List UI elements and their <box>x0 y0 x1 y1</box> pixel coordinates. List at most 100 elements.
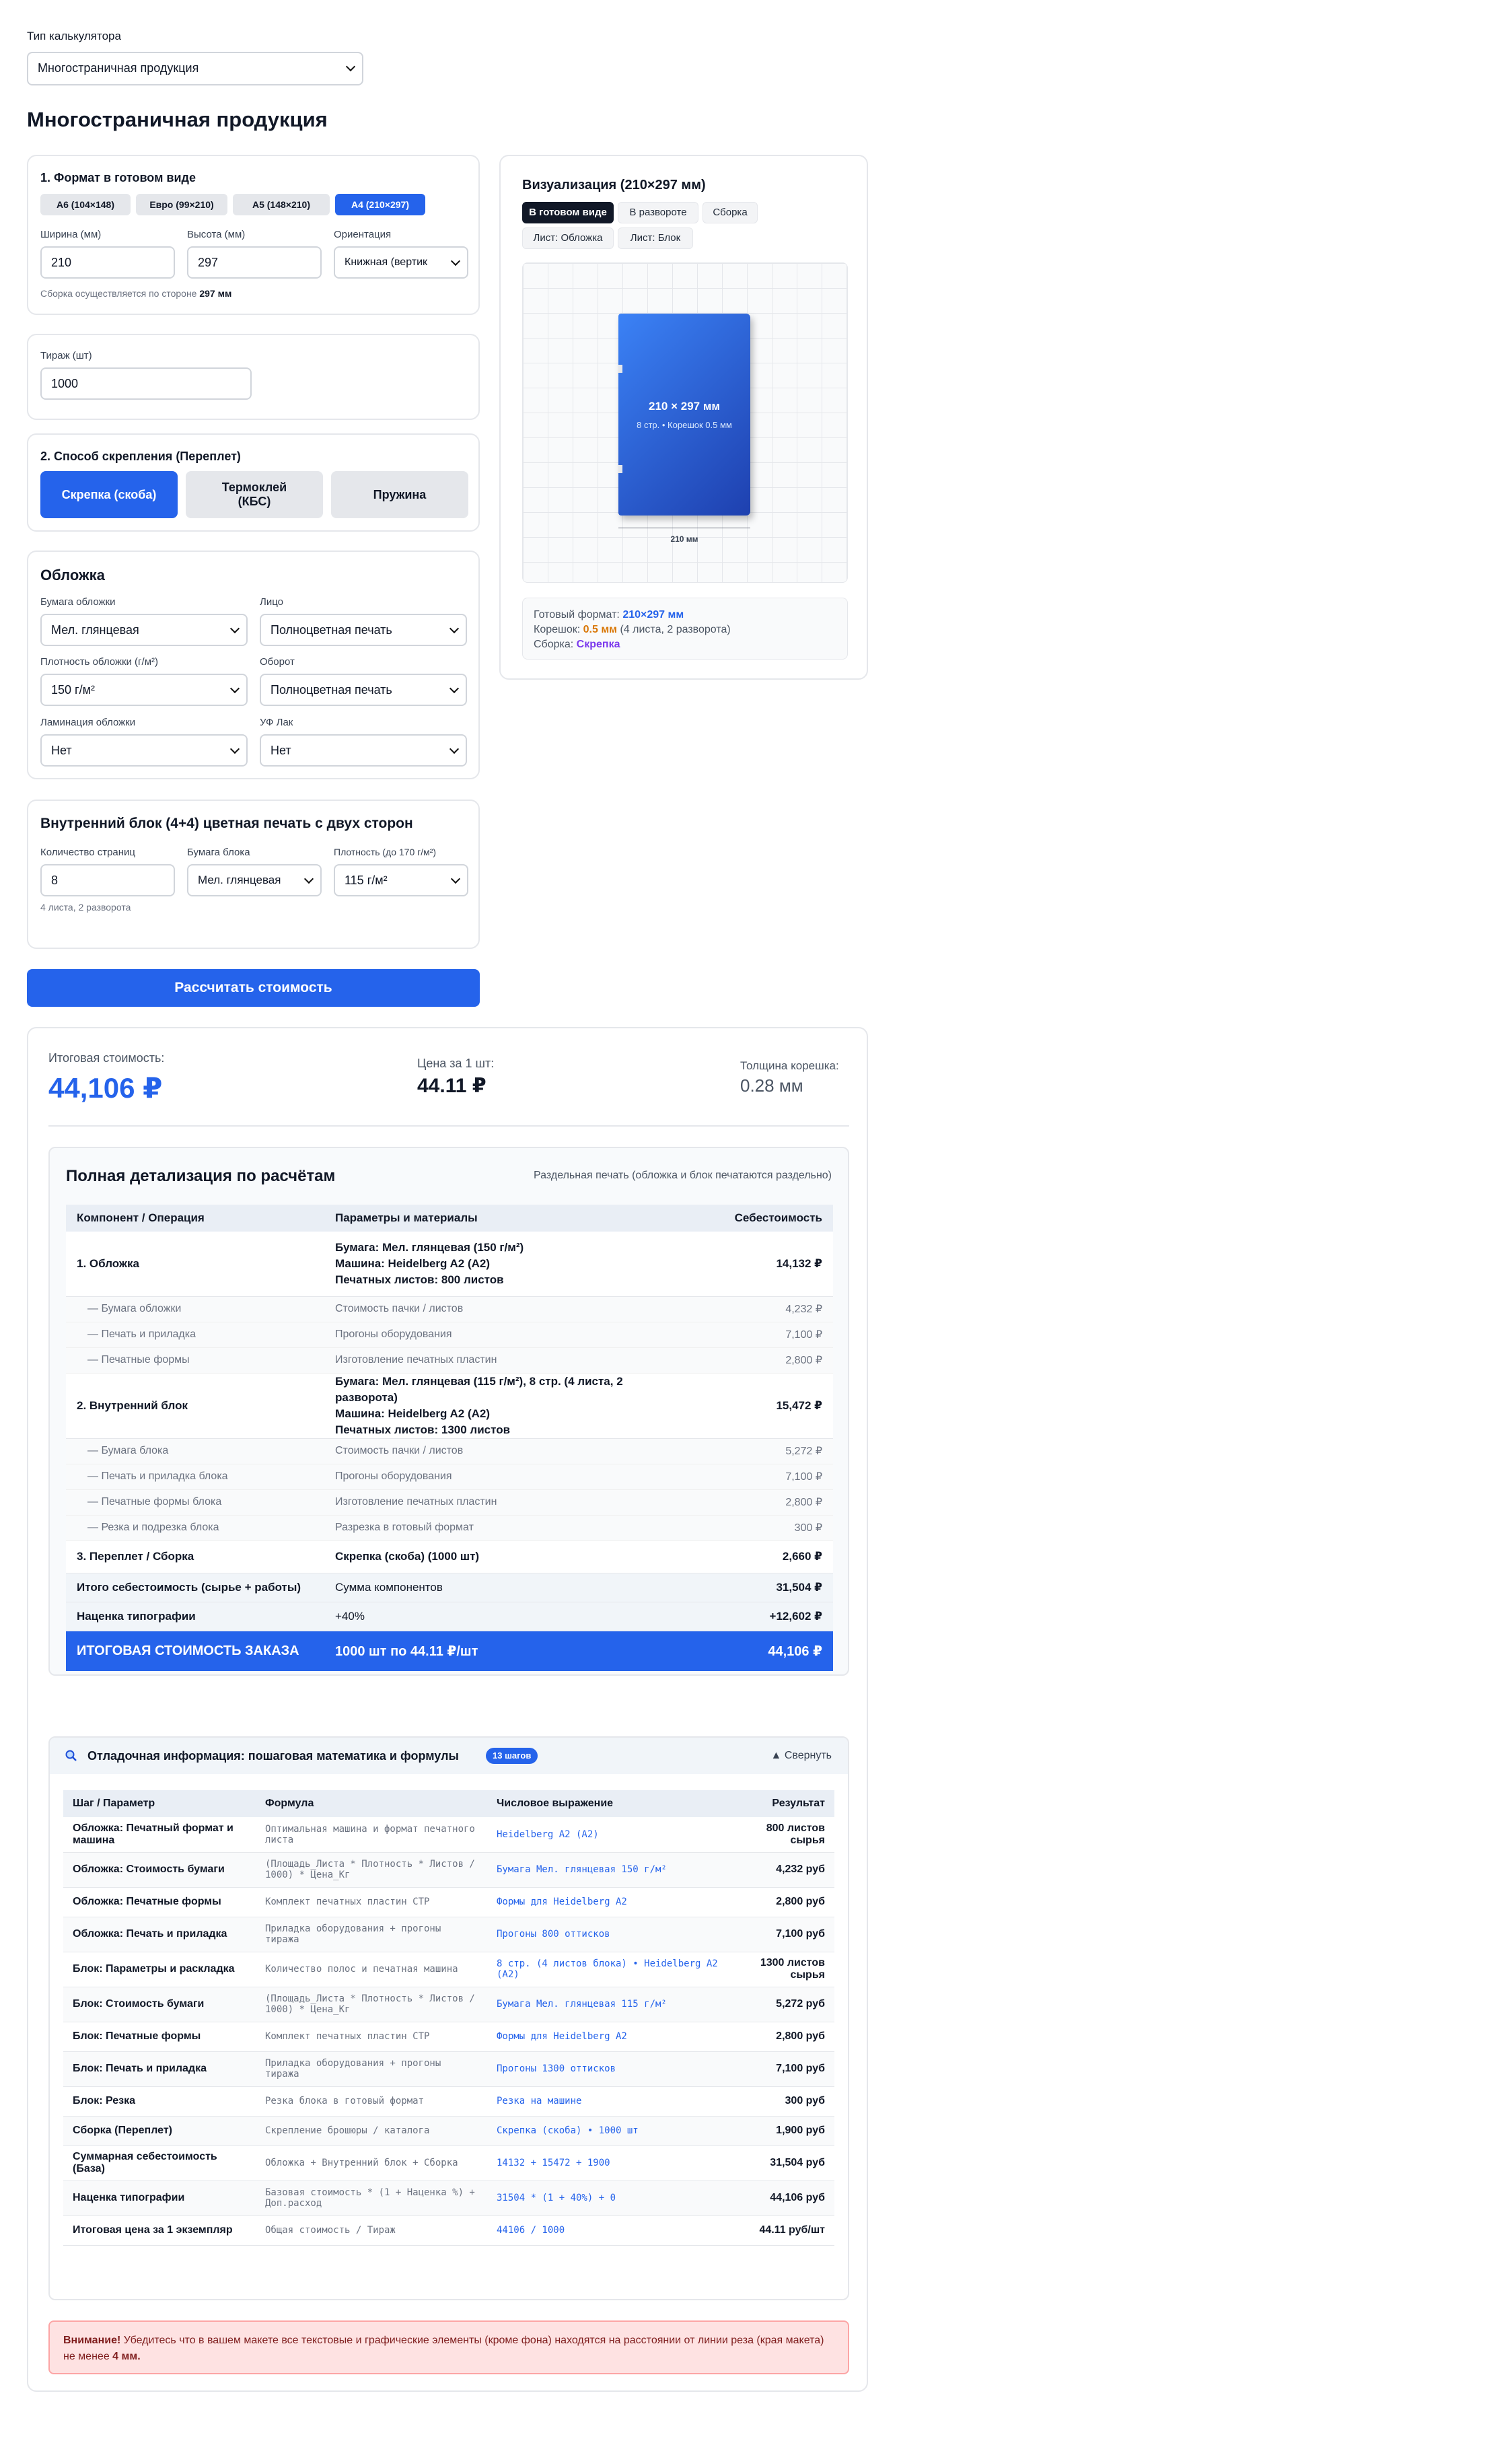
block-card: Внутренний блок (4+4) цветная печать с д… <box>27 800 480 949</box>
format-card: 1. Формат в готовом виде А6 (104×148) Ев… <box>27 155 480 315</box>
debug-cell: 44106 / 1000 <box>487 2215 733 2246</box>
detail-subrow: — Печать и приладка блока Прогоны оборудо… <box>66 1464 833 1490</box>
detail-cell-name: — Резка и подрезка блока <box>66 1515 324 1541</box>
block-density-select[interactable]: 115 г/м² <box>334 864 468 896</box>
detail-cell-params: +40% <box>324 1602 685 1631</box>
cover-back-label: Оборот <box>260 656 295 668</box>
detail-cell-name: — Бумага обложки <box>66 1296 324 1322</box>
cover-face-select[interactable]: Полноцветная печать <box>260 614 467 646</box>
chevron-down-icon <box>450 256 461 267</box>
tab-assembly[interactable]: Сборка <box>703 202 758 223</box>
search-icon <box>65 1749 78 1763</box>
debug-cell: 1300 листов сырья <box>733 1952 834 1987</box>
detail-cell-name: 3. Переплет / Сборка <box>66 1540 324 1573</box>
collapse-button[interactable]: ▲ Свернуть <box>771 1750 832 1762</box>
debug-row: Блок: Резка Резка блока в готовый формат Р… <box>63 2086 834 2117</box>
detail-cell-cost: 15,472 ₽ <box>685 1373 833 1439</box>
detail-cell-params: Бумага: Мел. глянцевая (115 г/м²), 8 стр… <box>324 1373 685 1439</box>
book-sub-label: 8 стр. • Корешок 0.5 мм <box>637 420 732 430</box>
block-pages-input[interactable]: 8 <box>40 864 175 896</box>
detail-cell-params: Сумма компонентов <box>324 1573 685 1602</box>
debug-row: Обложка: Печать и приладка Приладка обору… <box>63 1917 834 1952</box>
detail-cell-params: Стоимость пачки / листов <box>324 1438 685 1464</box>
debug-cell: Комплект печатных пластин CTP <box>256 1887 487 1917</box>
cover-lam-label: Ламинация обложки <box>40 717 136 728</box>
tab-sheet-cover[interactable]: Лист: Обложка <box>522 227 614 249</box>
binding-card: 2. Способ скрепления (Переплет) Скрепка … <box>27 433 480 532</box>
binding-spring-button[interactable]: Пружина <box>331 471 468 518</box>
debug-table: Шаг / Параметр Формула Числовое выражени… <box>63 1790 834 2246</box>
height-input[interactable]: 297 <box>187 246 322 279</box>
run-input[interactable]: 1000 <box>40 367 252 400</box>
calc-type-select[interactable]: Многостраничная продукция <box>27 52 363 85</box>
debug-cell: Формы для Heidelberg A2 <box>487 2022 733 2052</box>
preset-euro-button[interactable]: Евро (99×210) <box>136 194 227 215</box>
debug-cell: Общая стоимость / Тираж <box>256 2215 487 2246</box>
debug-cell: Блок: Печать и приладка <box>63 2051 256 2087</box>
cover-lam-select[interactable]: Нет <box>40 734 248 767</box>
debug-cell: Блок: Печатные формы <box>63 2022 256 2052</box>
debug-cell: Приладка оборудования + прогоны тиража <box>256 1917 487 1952</box>
tab-sheet-block[interactable]: Лист: Блок <box>618 227 693 249</box>
detail-cell-name: — Печатные формы <box>66 1347 324 1374</box>
chevron-down-icon <box>229 623 240 634</box>
cover-uv-label: УФ Лак <box>260 717 293 728</box>
debug-cell: Суммарная себестоимость (База) <box>63 2145 256 2181</box>
width-input[interactable]: 210 <box>40 246 175 279</box>
debug-cell: Скрепление брошюры / каталога <box>256 2116 487 2146</box>
debug-row: Блок: Стоимость бумаги (Площадь_Листа * П… <box>63 1987 834 2022</box>
cover-uv-select[interactable]: Нет <box>260 734 467 767</box>
debug-steps-badge: 13 шагов <box>486 1748 538 1764</box>
cover-density-select[interactable]: 150 г/м² <box>40 674 248 706</box>
debug-row: Блок: Параметры и раскладка Количество по… <box>63 1952 834 1987</box>
binding-staple-button[interactable]: Скрепка (скоба) <box>40 471 178 518</box>
cover-card: Обложка Бумага обложки Мел. глянцевая Ли… <box>27 551 480 779</box>
results-card: Итоговая стоимость: 44,106 ₽ Цена за 1 ш… <box>27 1027 868 2392</box>
viz-info-spine-extra: (4 листа, 2 разворота) <box>620 624 731 635</box>
block-paper-select[interactable]: Мел. глянцевая <box>187 864 322 896</box>
debug-cell: 31504 * (1 + 40%) + 0 <box>487 2180 733 2216</box>
debug-cell: Обложка: Стоимость бумаги <box>63 1852 256 1888</box>
block-density-label: Плотность (до 170 г/м²) <box>334 847 437 857</box>
detail-cell-cost: 14,132 ₽ <box>685 1232 833 1297</box>
viz-info-format-label: Готовый формат: <box>534 609 620 620</box>
detail-param-line: Машина: Heidelberg A2 (A2) <box>335 1407 491 1420</box>
preset-a6-button[interactable]: А6 (104×148) <box>40 194 131 215</box>
cover-density-value: 150 г/м² <box>51 683 95 697</box>
detail-cell-params: Прогоны оборудования <box>324 1322 685 1348</box>
detail-cell-name: — Печатные формы блока <box>66 1489 324 1516</box>
debug-cell: Формы для Heidelberg A2 <box>487 1887 733 1917</box>
tab-spread[interactable]: В развороте <box>618 202 698 223</box>
chevron-down-icon <box>229 744 240 754</box>
debug-cell: Блок: Стоимость бумаги <box>63 1987 256 2022</box>
cover-back-select[interactable]: Полноцветная печать <box>260 674 467 706</box>
orientation-select[interactable]: Книжная (вертик <box>334 246 468 279</box>
debug-row: Обложка: Печатные формы Комплект печатных… <box>63 1887 834 1917</box>
debug-cell: Итоговая цена за 1 экземпляр <box>63 2215 256 2246</box>
debug-cell: Прогоны 1300 оттисков <box>487 2051 733 2087</box>
detail-row-subtotal: Итого себестоимость (сырье + работы) Сумм… <box>66 1573 833 1602</box>
calculate-button[interactable]: Рассчитать стоимость <box>27 969 480 1007</box>
detail-cell-params: Скрепка (скоба) (1000 шт) <box>324 1540 685 1573</box>
detail-cell-cost: 7,100 ₽ <box>685 1464 833 1490</box>
debug-cell: 2,800 руб <box>733 2022 834 2052</box>
spine-value: 0.28 мм <box>740 1075 803 1096</box>
cover-lam-value: Нет <box>51 744 72 757</box>
detail-row-block: 2. Внутренний блок Бумага: Мел. глянцева… <box>66 1373 833 1439</box>
debug-panel: Отладочная информация: пошаговая математ… <box>48 1736 849 2300</box>
debug-cell: Приладка оборудования + прогоны тиража <box>256 2051 487 2087</box>
divider <box>48 1125 849 1127</box>
staple-bottom-icon <box>618 465 622 473</box>
detail-cell-name: Итого себестоимость (сырье + работы) <box>66 1573 324 1602</box>
preset-a4-button[interactable]: А4 (210×297) <box>335 194 425 215</box>
preset-a5-button[interactable]: А5 (148×210) <box>233 194 330 215</box>
assembly-note: Сборка осуществляется по стороне 297 мм <box>40 288 231 299</box>
tab-finished[interactable]: В готовом виде <box>522 202 614 223</box>
cover-paper-select[interactable]: Мел. глянцевая <box>40 614 248 646</box>
run-label: Тираж (шт) <box>40 350 92 361</box>
viz-info-assembly-label: Сборка: <box>534 639 574 650</box>
debug-row: Сборка (Переплет) Скрепление брошюры / ка… <box>63 2116 834 2146</box>
detail-cell-cost: 2,660 ₽ <box>685 1540 833 1573</box>
detail-cell-cost: 2,800 ₽ <box>685 1489 833 1516</box>
binding-glue-button[interactable]: Термоклей (КБС) <box>186 471 323 518</box>
